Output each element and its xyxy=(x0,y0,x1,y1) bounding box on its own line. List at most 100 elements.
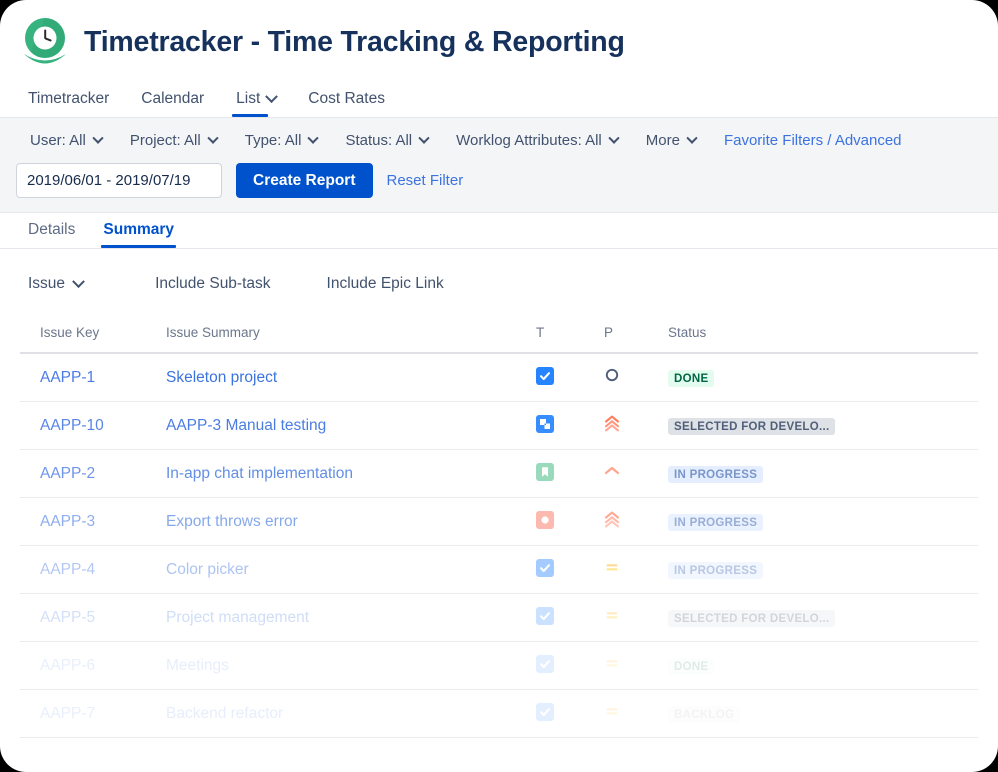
summary-report-table: Issue Key Issue Summary T P Status AAPP-… xyxy=(20,315,978,738)
table-row[interactable]: AAPP-10 AAPP-3 Manual testing SELECTED FOR… xyxy=(20,401,978,450)
grouping-dropdown[interactable]: Issue xyxy=(28,274,111,293)
include-subtask-toggle[interactable]: Include Sub-task xyxy=(111,275,298,293)
date-range-input[interactable] xyxy=(16,163,222,198)
issue-key-link[interactable]: AAPP-7 xyxy=(40,705,95,722)
issue-summary-link[interactable]: Export throws error xyxy=(166,513,298,530)
nav-item-list[interactable]: List xyxy=(220,89,292,117)
nav-label: List xyxy=(236,90,261,107)
reset-filter-button[interactable]: Reset Filter xyxy=(387,172,464,189)
issue-key-link[interactable]: AAPP-6 xyxy=(40,657,95,674)
issue-summary-link[interactable]: Color picker xyxy=(166,561,249,578)
column-header-status[interactable]: Status xyxy=(668,315,978,354)
nav-item-timetracker[interactable]: Timetracker xyxy=(28,90,125,117)
bug-icon xyxy=(536,511,554,529)
cell-issue-summary: Color picker xyxy=(166,545,536,594)
cell-issue-key: AAPP-5 xyxy=(20,593,166,642)
table-body: AAPP-1 Skeleton project DONE AAPP-10 AAPP-3 … xyxy=(20,353,978,738)
cell-priority xyxy=(604,449,668,498)
status-badge: SELECTED FOR DEVELO... xyxy=(668,417,836,435)
filter-bar: User: All Project: All Type: All Status:… xyxy=(0,118,998,213)
cell-issue-summary: In-app chat implementation xyxy=(166,449,536,498)
column-header-priority[interactable]: P xyxy=(604,315,668,354)
cell-status: IN PROGRESS xyxy=(668,497,978,546)
nav-label: Timetracker xyxy=(28,90,110,107)
cell-issue-summary: Project management xyxy=(166,593,536,642)
table-row[interactable]: AAPP-4 Color picker IN PROGRESS xyxy=(20,545,978,594)
nav-label: Cost Rates xyxy=(308,90,385,107)
include-epic-link-toggle[interactable]: Include Epic Link xyxy=(299,275,472,293)
filter-project[interactable]: Project: All xyxy=(116,129,231,152)
filter-type[interactable]: Type: All xyxy=(231,129,332,152)
priority-lowest-circle-icon xyxy=(604,366,620,384)
nav-item-cost-rates[interactable]: Cost Rates xyxy=(292,90,401,117)
cell-status: DONE xyxy=(668,641,978,690)
status-badge: IN PROGRESS xyxy=(668,513,764,531)
chevron-down-icon xyxy=(307,132,320,144)
issue-summary-link[interactable]: Backend refactor xyxy=(166,705,283,722)
group-options-bar: Issue Include Sub-task Include Epic Link xyxy=(0,249,998,315)
column-header-issue-summary[interactable]: Issue Summary xyxy=(166,315,536,354)
subtask-icon xyxy=(536,415,554,433)
tab-summary[interactable]: Summary xyxy=(89,221,188,248)
cell-issue-type xyxy=(536,689,604,738)
cell-issue-key: AAPP-7 xyxy=(20,689,166,738)
table-row[interactable]: AAPP-3 Export throws error IN PROGRESS xyxy=(20,497,978,546)
clock-logo-icon xyxy=(16,13,74,71)
issue-key-link[interactable]: AAPP-1 xyxy=(40,369,95,386)
issue-summary-link[interactable]: Meetings xyxy=(166,657,229,674)
filter-worklog-attributes[interactable]: Worklog Attributes: All xyxy=(442,129,632,152)
primary-nav: Timetracker Calendar List Cost Rates xyxy=(0,80,998,118)
filter-status[interactable]: Status: All xyxy=(331,129,442,152)
cell-issue-summary: Meetings xyxy=(166,641,536,690)
chevron-down-icon xyxy=(207,132,219,144)
column-header-issue-key[interactable]: Issue Key xyxy=(20,315,166,354)
favorite-filters-advanced-link[interactable]: Favorite Filters / Advanced xyxy=(710,129,902,152)
cell-issue-type xyxy=(536,641,604,690)
cell-priority xyxy=(604,497,668,546)
table-row[interactable]: AAPP-7 Backend refactor BACKLOG xyxy=(20,689,978,738)
issue-summary-link[interactable]: Skeleton project xyxy=(166,369,277,386)
filter-label: Status: All xyxy=(345,132,413,149)
issue-key-link[interactable]: AAPP-2 xyxy=(40,465,95,482)
filter-more[interactable]: More xyxy=(632,129,710,152)
cell-issue-type xyxy=(536,401,604,450)
report-tabs: Details Summary xyxy=(0,213,998,249)
filter-label: Project: All xyxy=(129,132,201,149)
issue-summary-link[interactable]: In-app chat implementation xyxy=(166,465,353,482)
priority-high-icon xyxy=(604,462,620,480)
nav-item-calendar[interactable]: Calendar xyxy=(125,90,220,117)
create-report-button[interactable]: Create Report xyxy=(236,163,373,198)
issue-key-link[interactable]: AAPP-5 xyxy=(40,609,95,626)
cell-status: BACKLOG xyxy=(668,689,978,738)
status-badge: BACKLOG xyxy=(668,705,741,723)
issue-key-link[interactable]: AAPP-3 xyxy=(40,513,95,530)
priority-medium-icon xyxy=(604,606,620,624)
chevron-down-icon xyxy=(72,274,85,288)
filter-user[interactable]: User: All xyxy=(16,129,116,152)
cell-status: SELECTED FOR DEVELO... xyxy=(668,401,978,450)
filter-action-row: Create Report Reset Filter xyxy=(16,163,982,198)
cell-issue-key: AAPP-4 xyxy=(20,545,166,594)
table-row[interactable]: AAPP-5 Project management SELECTED FOR DEV… xyxy=(20,593,978,642)
cell-status: IN PROGRESS xyxy=(668,449,978,498)
priority-highest-icon xyxy=(604,414,620,432)
cell-priority xyxy=(604,641,668,690)
task-icon xyxy=(536,367,554,385)
table-row[interactable]: AAPP-2 In-app chat implementation IN PROGR… xyxy=(20,449,978,498)
issue-summary-link[interactable]: AAPP-3 Manual testing xyxy=(166,417,326,434)
issue-key-link[interactable]: AAPP-10 xyxy=(40,417,104,434)
cell-issue-key: AAPP-1 xyxy=(20,353,166,402)
table-row[interactable]: AAPP-6 Meetings DONE xyxy=(20,641,978,690)
chevron-down-icon xyxy=(265,89,279,103)
issue-key-link[interactable]: AAPP-4 xyxy=(40,561,95,578)
column-header-type[interactable]: T xyxy=(536,315,604,354)
filter-dropdown-row: User: All Project: All Type: All Status:… xyxy=(16,129,982,152)
cell-status: SELECTED FOR DEVELO... xyxy=(668,593,978,642)
cell-issue-type xyxy=(536,497,604,546)
chevron-down-icon xyxy=(686,132,698,144)
filter-label: Type: All xyxy=(244,132,302,149)
tab-details[interactable]: Details xyxy=(14,221,89,248)
table-header-row: Issue Key Issue Summary T P Status xyxy=(20,315,978,354)
table-row[interactable]: AAPP-1 Skeleton project DONE xyxy=(20,353,978,402)
issue-summary-link[interactable]: Project management xyxy=(166,609,309,626)
